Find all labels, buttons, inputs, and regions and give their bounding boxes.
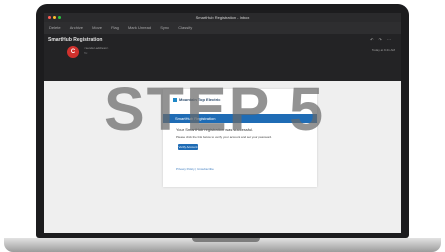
laptop-notch [192, 238, 260, 242]
message-subject: SmartHub Registration [48, 37, 103, 43]
close-window-button[interactable] [48, 16, 51, 19]
sender-address[interactable]: <sender-address> [84, 46, 108, 50]
zoom-window-button[interactable] [58, 16, 61, 19]
mark-unread-button[interactable]: Mark Unread [128, 25, 151, 30]
sync-button[interactable]: Sync [160, 25, 169, 30]
window-titlebar: SmartHub Registration - Inbox [44, 13, 401, 22]
recipient-line: To: [84, 51, 89, 55]
flag-button[interactable]: Flag [111, 25, 119, 30]
window-title: SmartHub Registration - Inbox [195, 15, 250, 20]
classify-button[interactable]: Classify [178, 25, 192, 30]
mail-toolbar: Delete Archive Move Flag Mark Unread Syn… [44, 22, 401, 34]
move-button[interactable]: Move [92, 25, 102, 30]
footer-links[interactable]: Privacy Policy | Unsubscribe [176, 167, 214, 171]
reply-actions-icon[interactable]: ↶ ↷ ⋯ [370, 37, 393, 42]
verify-account-button[interactable]: Verify Account [178, 144, 198, 150]
laptop-base [4, 238, 441, 252]
sender-avatar: C [67, 46, 79, 58]
step-overlay: STEP 5 [104, 75, 326, 143]
minimize-window-button[interactable] [53, 16, 56, 19]
message-timestamp: Today at 9:41 AM [371, 48, 395, 52]
archive-button[interactable]: Archive [70, 25, 83, 30]
delete-button[interactable]: Delete [49, 25, 61, 30]
